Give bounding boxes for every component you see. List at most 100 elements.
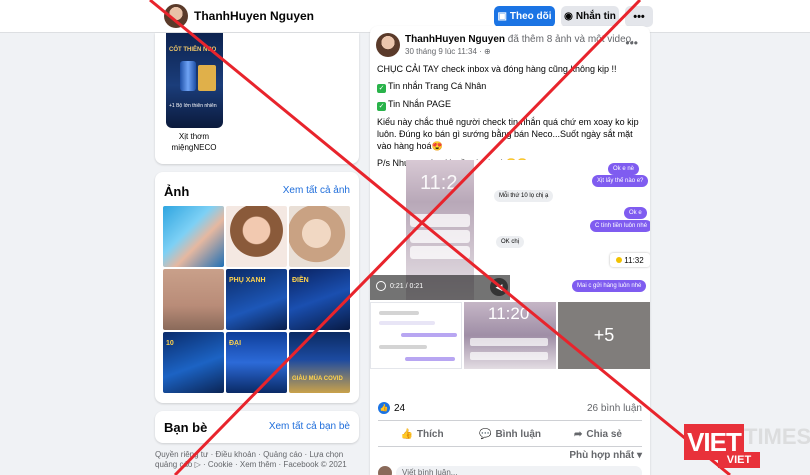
chat-bubble: C tính tiền luôn nhé <box>590 220 650 232</box>
post-author-avatar[interactable] <box>376 33 400 57</box>
chat-bubble: Mai c gửi hàng luôn nhé <box>572 280 647 292</box>
photo-caption: ĐẠI <box>229 340 242 347</box>
product-image-subtext: +1 Bộ lớn thiên nhiên <box>169 103 217 109</box>
photo-thumbnail[interactable] <box>163 206 224 267</box>
globe-icon: ⊕ <box>484 47 491 56</box>
phone-screenshot[interactable]: 11:20 <box>464 302 556 369</box>
follow-button[interactable]: ▣ Theo dõi <box>494 6 555 27</box>
vietimes-watermark: VIET TIMES VIET <box>640 424 810 475</box>
post-author-name[interactable]: ThanhHuyen Nguyen <box>405 34 505 45</box>
video-time: 0:21 / 0:21 <box>390 283 424 290</box>
chat-bubble: OK chị <box>496 236 525 248</box>
phone-notification <box>410 246 470 259</box>
comment-icon: 💬 <box>478 428 492 440</box>
chat-line <box>379 321 435 325</box>
user-avatar <box>378 466 392 475</box>
chat-line <box>405 357 455 361</box>
chat-bubble: Ok e nè <box>608 163 640 175</box>
message-label: Nhắn tin <box>575 11 616 22</box>
like-count: 24 <box>394 402 406 414</box>
phone-notification <box>470 338 548 346</box>
post-media-grid: 11:2 Ok e nè Xịt lấy thế nào e? Mỗi thứ … <box>370 160 650 369</box>
clock-icon <box>616 257 623 263</box>
play-icon[interactable] <box>376 281 386 291</box>
video-controls: 0:21 / 0:21 <box>370 275 510 300</box>
post-more-icon[interactable]: ••• <box>625 36 638 50</box>
clock-badge: 11:32 <box>610 253 650 267</box>
post-line-text: Tin Nhắn PAGE <box>388 99 452 109</box>
post-action-text: đã thêm 8 ảnh và một video. <box>507 34 634 45</box>
chat-bubble: Ok e <box>624 207 647 219</box>
see-all-photos-link[interactable]: Xem tất cả ảnh <box>283 185 350 196</box>
comment-button[interactable]: 💬 Bình luận <box>466 425 554 443</box>
share-label: Chia sẻ <box>586 428 622 440</box>
photo-thumbnail[interactable]: ĐIỀN <box>289 269 350 330</box>
photo-thumbnail[interactable]: PHỤ XANH <box>226 269 287 330</box>
photo-thumbnail[interactable]: GIÀU MÙA COVID <box>289 332 350 393</box>
chat-line <box>401 333 457 337</box>
comment-input[interactable]: Viết bình luận... <box>396 466 642 475</box>
watermark-badge: VIET <box>718 452 760 468</box>
post-timestamp[interactable]: 30 tháng 9 lúc 11:34 · ⊕ <box>405 47 491 56</box>
product-image[interactable]: CỐT THIÊN NCO +1 Bộ lớn thiên nhiên <box>166 33 223 128</box>
post-line: ✓ Tin nhắn Trang Cá Nhân <box>377 80 645 93</box>
chat-bubble: Xịt lấy thế nào e? <box>592 175 649 187</box>
divider <box>378 420 642 421</box>
comment-count[interactable]: 26 bình luận <box>587 403 642 414</box>
photos-title[interactable]: Ảnh <box>164 184 189 199</box>
like-reaction-icon: 👍 <box>378 402 390 414</box>
footer-links[interactable]: Quyền riêng tư · Điều khoản · Quảng cáo … <box>155 450 359 470</box>
post-line-text: Tin nhắn Trang Cá Nhân <box>388 81 487 91</box>
chat-screenshot-small[interactable] <box>370 302 462 369</box>
post-card: ThanhHuyen Nguyen đã thêm 8 ảnh và một v… <box>370 26 650 475</box>
photo-grid: PHỤ XANH ĐIỀN 10 ĐẠI GIÀU MÙA COVID <box>163 206 351 393</box>
message-button[interactable]: ◉ Nhắn tin <box>561 6 619 27</box>
more-photos-tile[interactable]: +5 <box>558 302 650 369</box>
comment-sort-dropdown[interactable]: Phù hợp nhất ▾ <box>569 450 642 461</box>
chat-bubble: Mỗi thứ 10 lọ chị ạ <box>494 190 554 202</box>
see-all-friends-link[interactable]: Xem tất cả bạn bè <box>269 421 350 432</box>
photo-thumbnail[interactable] <box>289 206 350 267</box>
follow-label: Theo dõi <box>509 11 552 22</box>
product-box <box>198 65 216 91</box>
photo-caption: 10 <box>166 340 174 347</box>
comment-label: Bình luận <box>495 428 541 440</box>
post-line: CHỤC CẢI TAY check inbox và đóng hàng cũ… <box>377 64 617 74</box>
photos-card: Ảnh Xem tất cả ảnh PHỤ XANH ĐIỀN 10 ĐẠI … <box>155 172 359 403</box>
friends-title[interactable]: Bạn bè <box>164 420 207 435</box>
like-button[interactable]: 👍 Thích <box>378 425 466 443</box>
profile-name[interactable]: ThanhHuyen Nguyen <box>194 9 314 23</box>
phone-clock: 11:2 <box>420 172 458 194</box>
volume-icon[interactable]: ◀ <box>490 278 508 296</box>
photo-thumbnail[interactable]: 10 <box>163 332 224 393</box>
chat-line <box>379 345 427 349</box>
post-timestamp-text: 30 tháng 9 lúc 11:34 · <box>405 47 485 56</box>
checkmark-icon: ✓ <box>377 84 386 93</box>
like-label: Thích <box>416 428 444 440</box>
post-line: ✓ Tin Nhắn PAGE <box>377 98 645 111</box>
photo-thumbnail[interactable] <box>226 206 287 267</box>
more-photos-count: +5 <box>558 302 650 369</box>
phone-notification <box>410 214 470 227</box>
phone-clock: 11:20 <box>488 304 530 323</box>
profile-avatar[interactable] <box>164 4 188 28</box>
share-icon: ➦ <box>574 428 583 440</box>
phone-notification <box>470 352 548 360</box>
photo-thumbnail[interactable] <box>163 269 224 330</box>
checkmark-icon: ✓ <box>377 102 386 111</box>
photo-thumbnail[interactable]: ĐẠI <box>226 332 287 393</box>
photo-caption: ĐIỀN <box>292 277 309 284</box>
product-bottle <box>180 61 196 91</box>
messenger-icon: ◉ <box>564 11 573 22</box>
photo-caption: PHỤ XANH <box>229 277 266 284</box>
product-image-text: CỐT THIÊN NCO <box>169 47 217 53</box>
more-options-button[interactable]: ••• <box>625 6 653 27</box>
divider <box>378 446 642 447</box>
comment-composer: Viết bình luận... <box>378 466 642 475</box>
phone-notification <box>410 230 470 243</box>
reaction-summary[interactable]: 👍 24 <box>378 402 405 414</box>
share-button[interactable]: ➦ Chia sẻ <box>554 425 642 443</box>
post-actions: 👍 Thích 💬 Bình luận ➦ Chia sẻ <box>378 425 642 443</box>
product-label[interactable]: Xịt thơm miệngNECO <box>161 131 227 153</box>
post-header: ThanhHuyen Nguyen đã thêm 8 ảnh và một v… <box>405 34 634 45</box>
